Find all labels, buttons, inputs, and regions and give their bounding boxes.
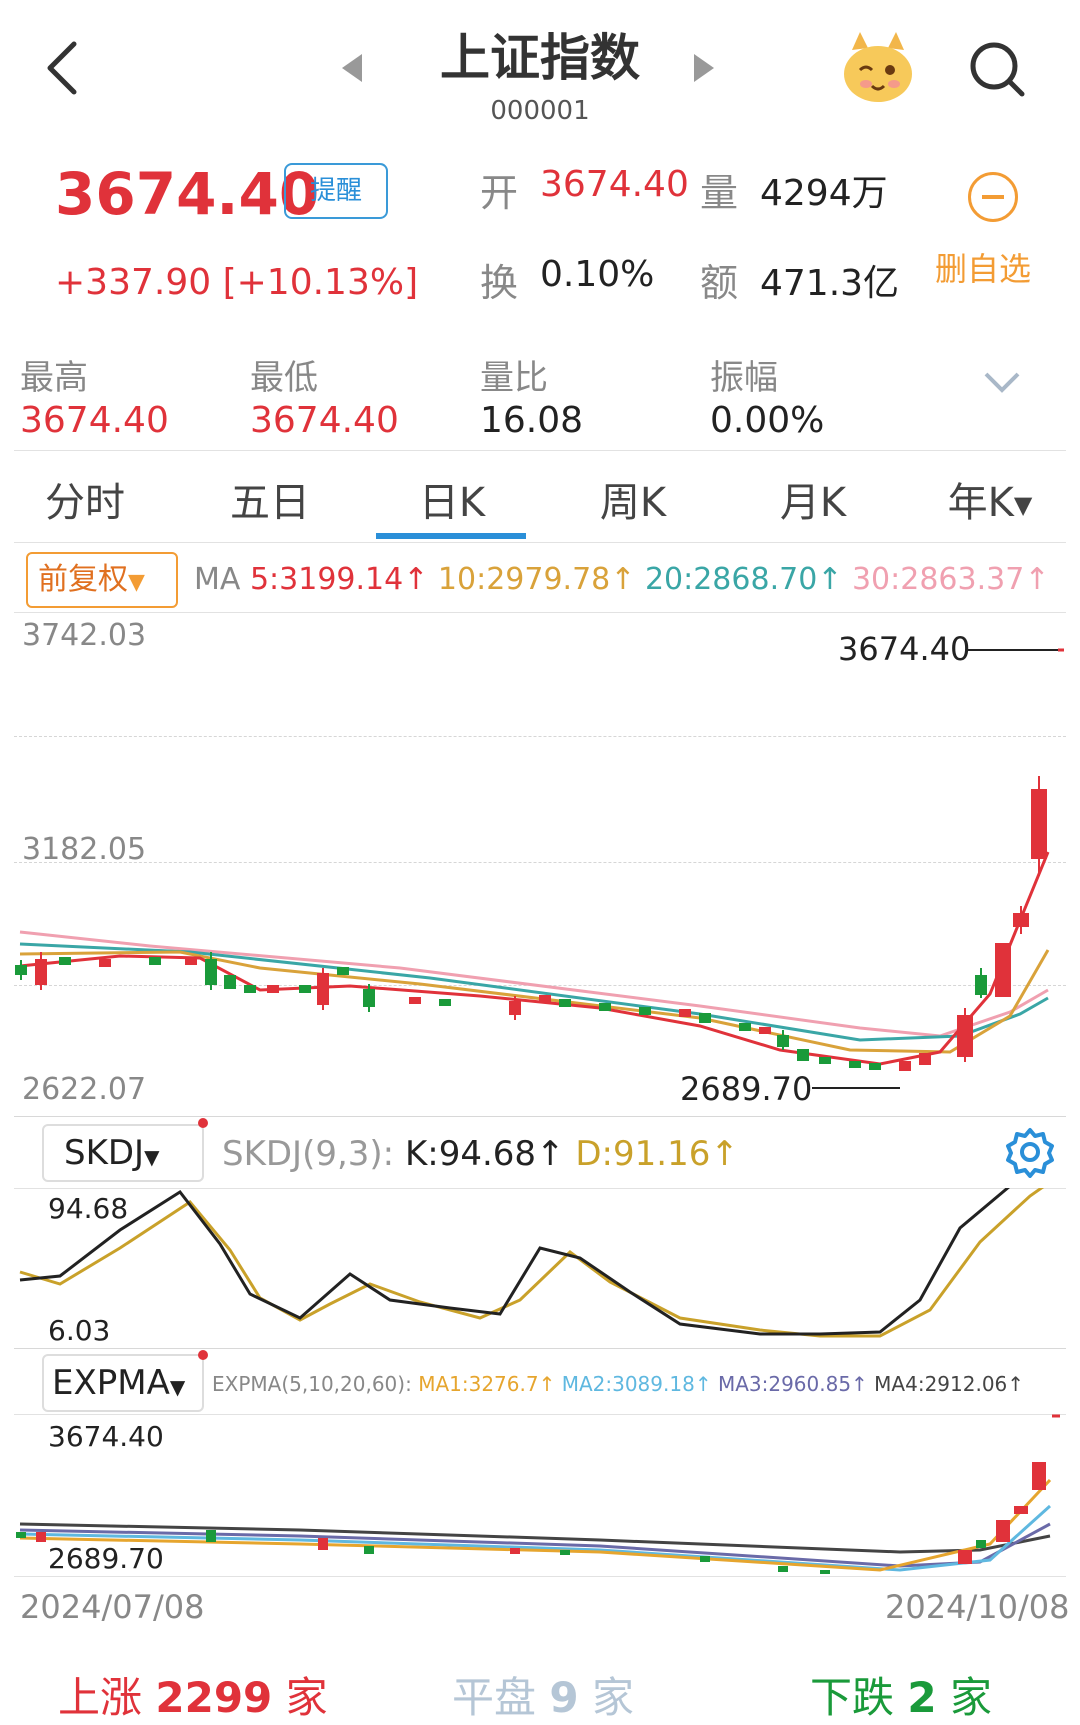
expma-chart[interactable] — [0, 1414, 1080, 1576]
kline-chart[interactable] — [0, 612, 1080, 1112]
price-change: +337.90 [+10.13%] — [55, 262, 418, 303]
tab-five-day[interactable]: 五日 — [185, 470, 355, 528]
stat-amplitude-value: 0.00% — [710, 400, 825, 441]
change-value: +337.90 — [55, 262, 212, 303]
expma-params: EXPMA(5,10,20,60): — [212, 1372, 412, 1396]
ma10-value: 10:2979.78 — [437, 562, 611, 597]
stat-volratio-value: 16.08 — [480, 400, 584, 441]
expma-legend: EXPMA(5,10,20,60): MA1:3276.7↑ MA2:3089.… — [212, 1372, 1025, 1396]
tab-intraday[interactable]: 分时 — [0, 470, 170, 528]
caret-down-icon: ▼ — [169, 1375, 186, 1399]
expma-selector[interactable]: EXPMA▼ — [42, 1354, 204, 1412]
stat-high-value: 3674.40 — [20, 400, 169, 441]
caret-down-icon: ▼ — [128, 570, 145, 595]
kline-max-marker: 3674.40 — [838, 630, 971, 668]
tab-monthly-k[interactable]: 月K — [728, 470, 898, 528]
stat-low-value: 3674.40 — [250, 400, 399, 441]
stat-volratio-label: 量比 — [480, 358, 548, 398]
date-start: 2024/07/08 — [20, 1588, 205, 1626]
cartoon-mascot-icon — [844, 32, 912, 102]
page-title: 上证指数 — [440, 29, 640, 87]
search-icon — [970, 42, 1025, 97]
tab-yearly-k[interactable]: 年K▼ — [905, 470, 1075, 528]
stat-amplitude-label: 振幅 — [710, 358, 778, 398]
breadth-up-label: 上涨 — [58, 1673, 143, 1722]
tab-daily-k[interactable]: 日K — [367, 470, 537, 528]
remove-watchlist-button[interactable]: 删自选 — [935, 244, 1031, 290]
skdj-selector-label: SKDJ — [64, 1133, 145, 1173]
breadth-up-unit: 家 — [285, 1673, 328, 1722]
adjust-selector[interactable]: 前复权▼ — [26, 552, 178, 608]
expma-selector-label: EXPMA — [52, 1363, 170, 1403]
change-percent: [+10.13%] — [222, 262, 419, 303]
breadth-flat-unit: 家 — [591, 1673, 634, 1722]
index-code: 000001 — [490, 96, 590, 126]
triangle-right-icon — [694, 54, 714, 82]
skdj-k-line — [19, 1188, 1010, 1336]
ma20-value: 20:2868.70 — [644, 562, 818, 597]
turnover-value: 0.10% — [540, 254, 655, 295]
ma30-line — [19, 930, 1049, 1038]
current-price: 3674.40 — [55, 160, 320, 228]
minus-circle-icon[interactable] — [968, 172, 1018, 222]
turnover-label: 换 — [480, 261, 519, 305]
skdj-params: SKDJ(9,3): — [222, 1134, 395, 1174]
ma-label: MA — [194, 562, 241, 597]
caret-down-icon: ▼ — [144, 1145, 160, 1169]
skdj-d-line — [19, 1188, 1045, 1338]
gear-icon — [1006, 1128, 1054, 1178]
volume-label: 量 — [700, 171, 739, 215]
skdj-d-value: D:91.16 — [575, 1134, 711, 1174]
date-end: 2024/10/08 — [885, 1588, 1070, 1626]
remind-button[interactable]: 提醒 — [284, 163, 388, 219]
skdj-k-value: K:94.68 — [404, 1134, 537, 1174]
expma-ma2-value: MA2:3089.18 — [561, 1372, 695, 1396]
breadth-flat-label: 平盘 — [452, 1673, 537, 1722]
expma-ma3-value: MA3:2960.85 — [717, 1372, 852, 1396]
chevron-down-icon — [984, 372, 1020, 393]
active-tab-indicator — [376, 533, 526, 539]
breadth-up-count: 2299 — [155, 1673, 273, 1722]
open-label: 开 — [480, 171, 519, 215]
expma-dot — [198, 1350, 208, 1360]
breadth-down: 下跌 2 家 — [810, 1664, 992, 1725]
expma-candles — [16, 1462, 1046, 1574]
indicator-settings-button[interactable] — [1004, 1126, 1056, 1182]
ma30-value: 30:2863.37 — [851, 562, 1025, 597]
skdj-selector[interactable]: SKDJ▼ — [42, 1124, 204, 1182]
tab-yearly-k-label: 年K — [947, 480, 1014, 526]
candles — [15, 776, 1047, 1071]
ma5-value: 5:3199.14 — [249, 562, 404, 597]
next-index-button[interactable] — [690, 52, 716, 88]
caret-down-icon: ▼ — [1013, 491, 1033, 519]
breadth-down-label: 下跌 — [810, 1673, 895, 1722]
breadth-down-count: 2 — [907, 1673, 937, 1722]
skdj-legend: SKDJ(9,3): K:94.68↑ D:91.16↑ — [222, 1134, 739, 1174]
stat-low-label: 最低 — [250, 358, 318, 398]
open-value: 3674.40 — [540, 164, 689, 205]
breadth-flat: 平盘 9 家 — [452, 1664, 634, 1725]
mascot-button[interactable] — [838, 30, 918, 110]
expma-ma4-value: MA4:2912.06 — [874, 1372, 1008, 1396]
adjust-label: 前复权 — [38, 562, 128, 597]
search-button[interactable] — [968, 40, 1028, 104]
expand-stats-button[interactable] — [982, 370, 1022, 400]
expma-ma3-line — [19, 1522, 1051, 1568]
amount-value: 471.3亿 — [760, 263, 900, 304]
expma-ma1-value: MA1:3276.7 — [418, 1372, 539, 1396]
breadth-down-unit: 家 — [949, 1673, 992, 1722]
breadth-up: 上涨 2299 家 — [58, 1664, 328, 1725]
expma-ma1-line — [19, 1478, 1052, 1572]
kline-min-marker: 2689.70 — [680, 1070, 813, 1108]
breadth-flat-count: 9 — [549, 1673, 579, 1722]
amount-label: 额 — [700, 261, 739, 305]
skdj-chart[interactable] — [0, 1188, 1080, 1348]
volume-value: 4294万 — [760, 173, 888, 214]
ma-legend: MA 5:3199.14↑ 10:2979.78↑ 20:2868.70↑ 30… — [194, 562, 1050, 597]
skdj-dot — [198, 1118, 208, 1128]
stat-high-label: 最高 — [20, 358, 88, 398]
tab-weekly-k[interactable]: 周K — [548, 470, 718, 528]
